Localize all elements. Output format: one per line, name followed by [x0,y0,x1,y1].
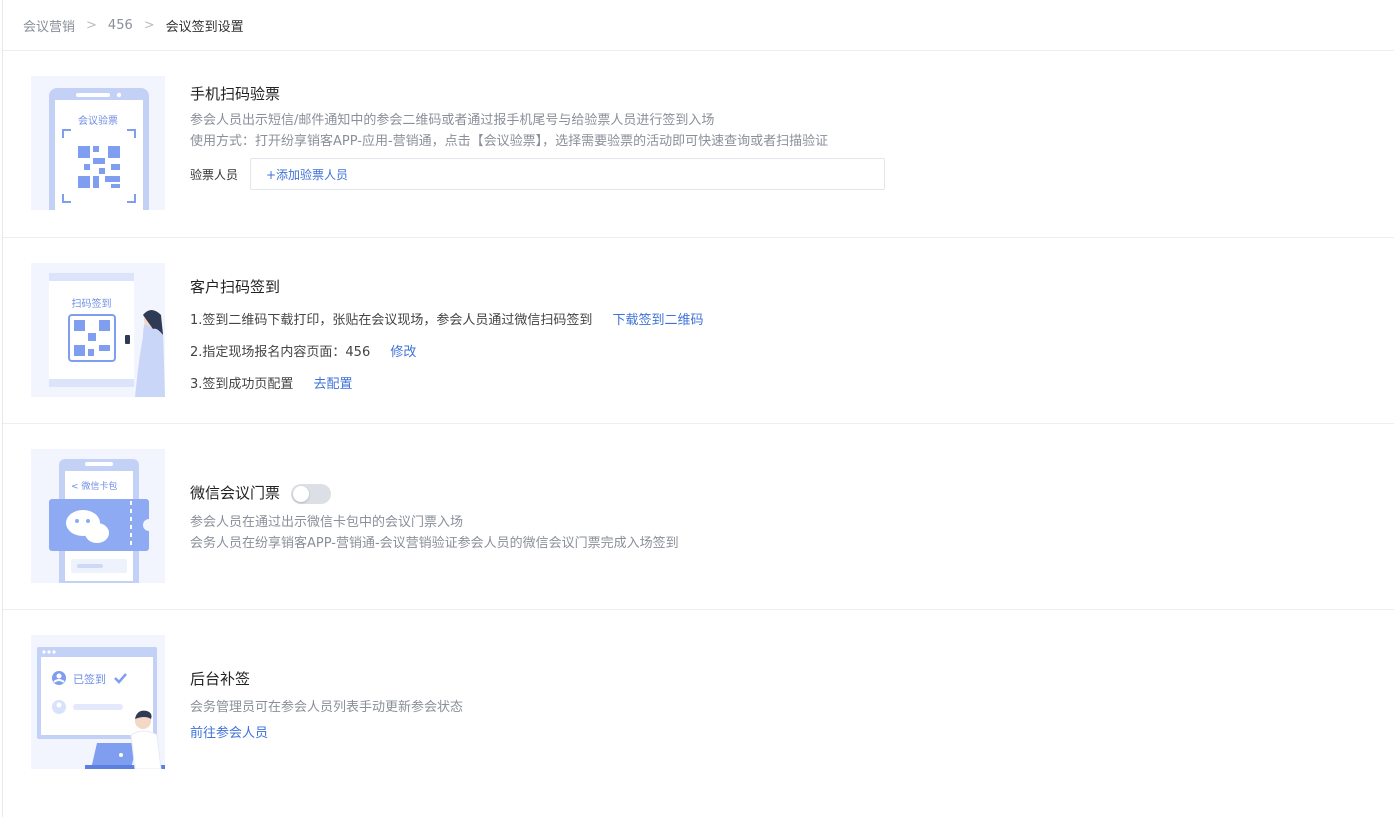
mobile-scan-content: 手机扫码验票 参会人员出示短信/邮件通知中的参会二维码或者通过报手机尾号与给验票… [190,83,885,190]
section-desc: 使用方式：打开纷享销客APP-应用-营销通，点击【会议验票】，选择需要验票的活动… [190,134,829,149]
step-1-text: 1.签到二维码下载打印，张贴在会议现场，参会人员通过微信扫码签到 [190,313,593,328]
section-desc: 参会人员在通过出示微信卡包中的会议门票入场 [190,514,464,530]
backend-illustration: 已签到 [31,635,165,769]
section-title: 后台补签 [190,670,251,688]
section-wechat-ticket: < 微信卡包 微信会议门票 参会人员在通过出示微信卡包中的会议门票入场 会务人员… [3,424,1394,610]
section-backend-signin: 已签到 后台补签 会务管理员可在参会人员列表手动更新参会状态 前往参会人员 [3,610,1394,817]
wechat-ticket-content: 微信会议门票 参会人员在通过出示微信卡包中的会议门票入场 会务人员在纷享销客AP… [190,482,679,554]
step-3: 3.签到成功页配置 去配置 [190,373,704,392]
section-title-row: 微信会议门票 [190,482,679,504]
section-desc: 会务管理员可在参会人员列表手动更新参会状态 [190,700,464,715]
section-mobile-scan: 会议验票 手机扫码验票 参会人员出示短信/邮件通知中的参会二维码或者通过报手机尾… [3,51,1394,238]
section-title: 客户扫码签到 [190,278,281,296]
step-2: 2.指定现场报名内容页面：456 修改 [190,341,704,360]
field-label: 验票人员 [190,167,239,182]
chevron-right-icon: > [143,17,155,33]
step-1: 1.签到二维码下载打印，张贴在会议现场，参会人员通过微信扫码签到 下载签到二维码 [190,309,704,328]
breadcrumb-item-marketing[interactable]: 会议营销 [23,16,75,35]
illus-label: 已签到 [73,673,106,686]
wechat-ticket-toggle[interactable] [290,483,331,504]
toggle-knob [292,485,309,502]
customer-scan-content: 客户扫码签到 1.签到二维码下载打印，张贴在会议现场，参会人员通过微信扫码签到 … [190,276,704,392]
page: 会议营销 > 456 > 会议签到设置 会议验票 手机扫码验票 参会人员出示短信… [2,0,1394,817]
breadcrumb-item-current: 会议签到设置 [165,19,244,35]
step-3-text: 3.签到成功页配置 [190,377,294,392]
step-2-text: 2.指定现场报名内容页面：456 [190,345,371,360]
mobile-scan-illustration: 会议验票 [31,76,165,210]
section-customer-scan: 扫码签到 客户扫码签到 1.签到二维码下载打印，张贴在会议现场，参会人员通过微信… [3,238,1394,424]
customer-scan-illustration: 扫码签到 [31,263,165,397]
link-row: 前往参会人员 [190,722,463,741]
section-desc: 会务人员在纷享销客APP-营销通-会议营销验证参会人员的微信会议门票完成入场签到 [190,535,679,551]
ticket-checker-row: 验票人员 +添加验票人员 [190,158,885,190]
wechat-ticket-illustration: < 微信卡包 [31,449,165,583]
poster-qr-icon [49,273,165,397]
wechat-card-icon [49,459,155,583]
breadcrumb: 会议营销 > 456 > 会议签到设置 [3,0,1394,51]
illus-label: < 微信卡包 [71,482,118,492]
section-title: 手机扫码验票 [190,85,281,103]
configure-link[interactable]: 去配置 [314,377,353,392]
ticket-checker-field[interactable]: +添加验票人员 [250,158,885,190]
modify-link[interactable]: 修改 [390,345,416,360]
section-title: 微信会议门票 [190,484,281,502]
illus-label: 扫码签到 [71,299,112,310]
illus-label: 会议验票 [78,116,118,127]
chevron-right-icon: > [86,17,97,33]
go-to-attendees-link[interactable]: 前往参会人员 [190,726,268,741]
backend-content: 后台补签 会务管理员可在参会人员列表手动更新参会状态 前往参会人员 [190,668,463,741]
signed-in-window-icon [37,647,165,769]
download-qr-link[interactable]: 下载签到二维码 [613,313,704,328]
breadcrumb-item-meeting[interactable]: 456 [108,18,133,33]
add-ticket-checker-link[interactable]: +添加验票人员 [266,166,348,183]
phone-qr-icon [49,88,149,210]
section-desc: 参会人员出示短信/邮件通知中的参会二维码或者通过报手机尾号与给验票人员进行签到入… [190,113,715,128]
